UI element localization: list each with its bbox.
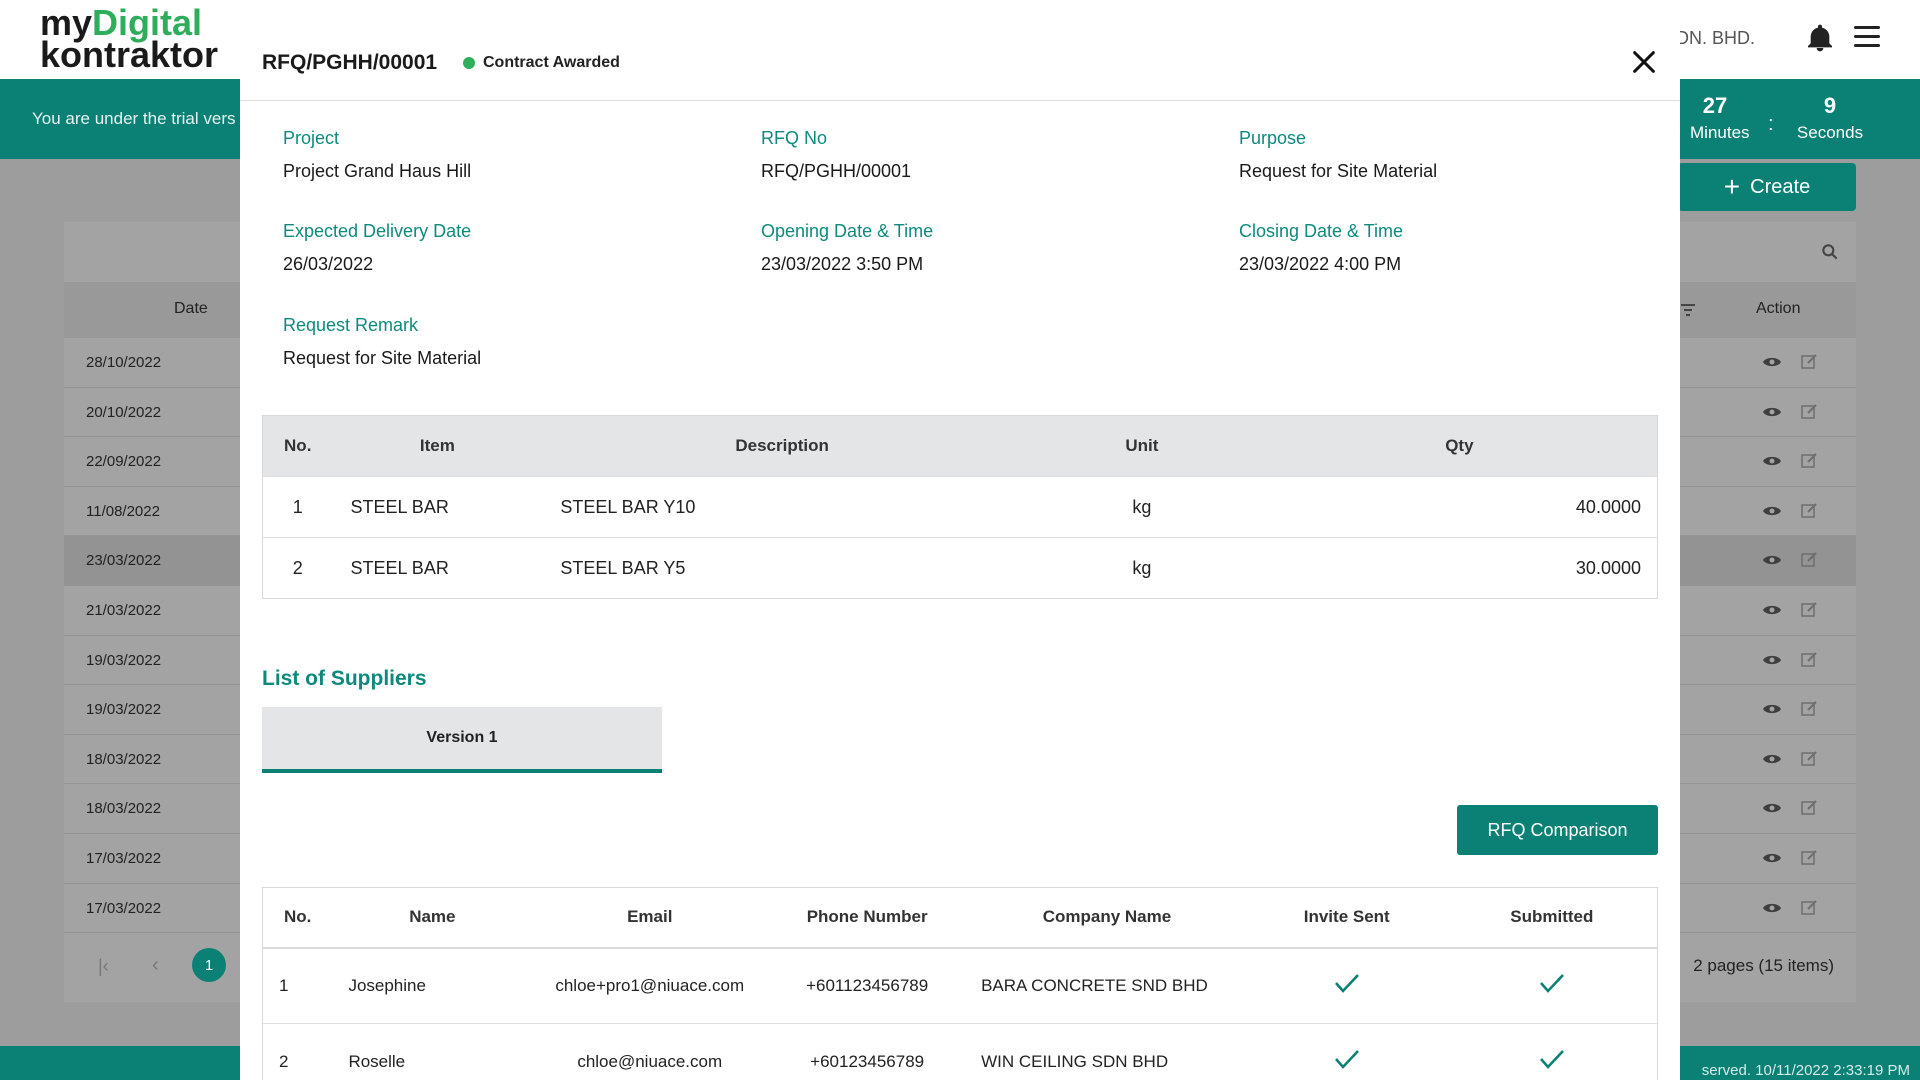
tab-version-1[interactable]: Version 1 xyxy=(262,707,662,773)
list-item-date: 17/03/2022 xyxy=(86,899,162,917)
app-logo[interactable]: myDigital kontraktor xyxy=(40,5,218,73)
edit-icon[interactable] xyxy=(1801,700,1818,717)
purpose-field: Purpose Request for Site Material xyxy=(1239,128,1438,181)
eye-icon[interactable] xyxy=(1762,454,1782,468)
list-item-date: 20/10/2022 xyxy=(86,403,162,421)
bell-icon[interactable] xyxy=(1804,22,1836,54)
edit-icon[interactable] xyxy=(1801,799,1818,816)
project-field: Project Project Grand Haus Hill xyxy=(283,128,472,181)
eye-icon[interactable] xyxy=(1762,405,1782,419)
check-icon xyxy=(1334,974,1359,994)
list-item-date: 28/10/2022 xyxy=(86,354,162,371)
search-icon[interactable] xyxy=(1820,242,1840,262)
eye-icon[interactable] xyxy=(1762,901,1782,915)
eye-icon[interactable] xyxy=(1762,752,1782,766)
edit-icon[interactable] xyxy=(1801,452,1818,469)
list-item-date: 18/03/2022 xyxy=(86,800,162,818)
table-row: 2 Roselle chloe@niuace.com +60123456789 … xyxy=(262,1023,1658,1080)
modal-header: RFQ/PGHH/00001 Contract Awarded xyxy=(240,26,1680,101)
action-column-header: Action xyxy=(1756,300,1801,317)
modal-title: RFQ/PGHH/00001 xyxy=(262,51,438,74)
eye-icon[interactable] xyxy=(1762,702,1782,716)
trial-text: You are under the trial vers xyxy=(32,109,236,128)
check-icon xyxy=(1539,1050,1564,1069)
list-item-date: 22/09/2022 xyxy=(86,453,162,471)
table-row: 1 STEEL BAR STEEL BAR Y10 kg 40.0000 xyxy=(262,476,1658,538)
items-col-unit: Unit xyxy=(1021,415,1262,477)
edit-icon[interactable] xyxy=(1801,849,1818,866)
suppliers-col-no: No. xyxy=(262,887,333,949)
timer-minutes: 27 Minutes xyxy=(1690,93,1750,142)
create-button[interactable]: + Create xyxy=(1678,163,1856,211)
suppliers-col-submitted: Submitted xyxy=(1446,887,1658,949)
check-icon xyxy=(1539,974,1564,994)
edit-icon[interactable] xyxy=(1801,551,1818,568)
items-table: No. Item Description Unit Qty 1 STEEL BA… xyxy=(262,415,1658,599)
list-item-date: 11/08/2022 xyxy=(86,502,160,520)
status-dot-icon xyxy=(463,57,475,69)
items-col-description: Description xyxy=(542,415,1022,477)
plus-icon: + xyxy=(1723,171,1741,202)
edit-icon[interactable] xyxy=(1801,353,1818,370)
eye-icon[interactable] xyxy=(1762,851,1782,865)
footer-text: served. 10/11/2022 2:33:19 PM xyxy=(1701,1062,1910,1079)
items-col-no: No. xyxy=(262,415,333,477)
closing-date-field: Closing Date & Time 23/03/2022 4:00 PM xyxy=(1239,221,1404,274)
suppliers-col-email: Email xyxy=(532,887,768,949)
opening-date-field: Opening Date & Time 23/03/2022 3:50 PM xyxy=(761,221,934,274)
close-icon[interactable] xyxy=(1630,48,1658,76)
eye-icon[interactable] xyxy=(1762,504,1782,518)
expected-delivery-field: Expected Delivery Date 26/03/2022 xyxy=(283,221,472,274)
suppliers-col-phone: Phone Number xyxy=(767,887,968,949)
suppliers-col-name: Name xyxy=(332,887,533,949)
check-icon xyxy=(1334,1050,1359,1069)
edit-icon[interactable] xyxy=(1801,899,1818,916)
rfq-no-field: RFQ No RFQ/PGHH/00001 xyxy=(761,128,912,181)
table-row: 2 STEEL BAR STEEL BAR Y5 kg 30.0000 xyxy=(262,537,1658,599)
eye-icon[interactable] xyxy=(1762,603,1782,617)
timer-seconds: 9 Seconds xyxy=(1796,93,1864,142)
rfq-detail-modal: RFQ/PGHH/00001 Contract Awarded Project … xyxy=(240,26,1680,1080)
suppliers-col-invite-sent: Invite Sent xyxy=(1246,887,1447,949)
eye-icon[interactable] xyxy=(1762,355,1782,369)
items-col-qty: Qty xyxy=(1261,415,1658,477)
eye-icon[interactable] xyxy=(1762,801,1782,815)
edit-icon[interactable] xyxy=(1801,403,1818,420)
eye-icon[interactable] xyxy=(1762,553,1782,567)
first-page-icon[interactable]: |‹ xyxy=(98,956,109,977)
list-item-date: 19/03/2022 xyxy=(86,701,162,719)
date-column-header[interactable]: Date xyxy=(174,300,208,318)
list-item-date: 17/03/2022 xyxy=(86,849,162,867)
list-item-date: 23/03/2022 xyxy=(86,552,162,570)
list-item-date: 21/03/2022 xyxy=(86,601,162,619)
suppliers-col-company: Company Name xyxy=(967,887,1247,949)
timer-separator: : xyxy=(1768,113,1774,135)
request-remark-field: Request Remark Request for Site Material xyxy=(283,315,482,368)
list-item-date: 19/03/2022 xyxy=(86,651,162,669)
eye-icon[interactable] xyxy=(1762,653,1782,667)
hamburger-menu-icon[interactable] xyxy=(1854,26,1880,48)
rfq-comparison-button[interactable]: RFQ Comparison xyxy=(1457,805,1658,855)
pagination-info: 2 pages (15 items) xyxy=(1693,956,1834,975)
prev-page-icon[interactable]: ‹ xyxy=(152,954,159,977)
filter-icon[interactable] xyxy=(1680,302,1696,318)
suppliers-section-title: List of Suppliers xyxy=(262,667,427,690)
edit-icon[interactable] xyxy=(1801,651,1818,668)
edit-icon[interactable] xyxy=(1801,601,1818,618)
items-col-item: Item xyxy=(332,415,543,477)
table-row: 1 Josephine chloe+pro1@niuace.com +60112… xyxy=(262,947,1658,1024)
page-1-button[interactable]: 1 xyxy=(192,948,226,982)
list-item-date: 18/03/2022 xyxy=(86,750,162,768)
edit-icon[interactable] xyxy=(1801,502,1818,519)
suppliers-table: No. Name Email Phone Number Company Name… xyxy=(262,887,1658,1080)
status-badge: Contract Awarded xyxy=(463,54,620,72)
edit-icon[interactable] xyxy=(1801,750,1818,767)
